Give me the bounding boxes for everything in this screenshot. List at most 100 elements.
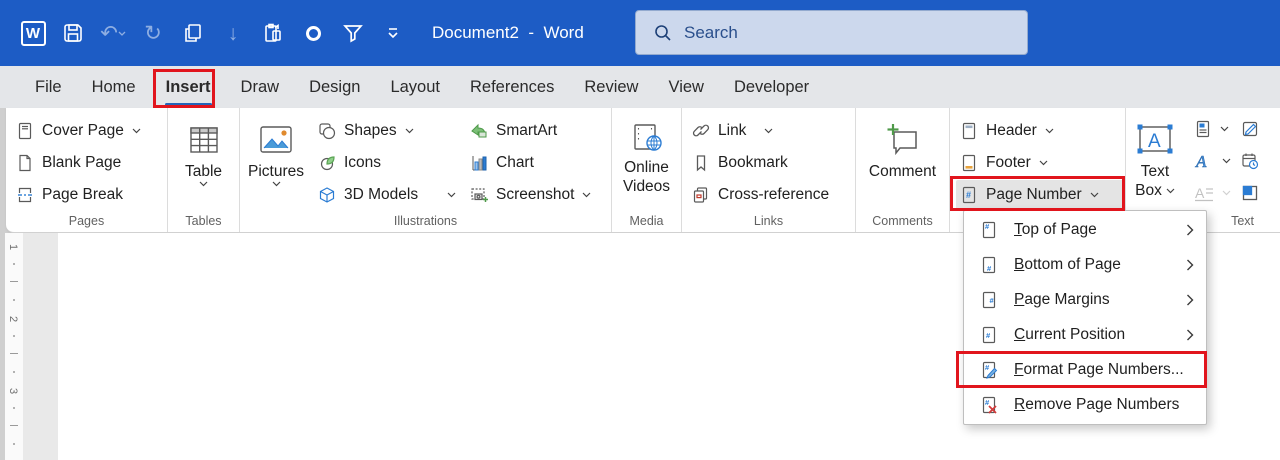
cover-page-button[interactable]: Cover Page [16, 116, 167, 146]
chevron-down-icon [582, 192, 591, 198]
menu-item-bottom-of-page[interactable]: # Bottom of Page [964, 248, 1206, 283]
page-number-menu: # Top of Page # Bottom of Page # Page Ma… [963, 210, 1207, 425]
cover-page-icon [18, 122, 32, 140]
submenu-chevron-right-icon [1187, 259, 1194, 271]
ruler-tick [13, 299, 15, 301]
undo-icon[interactable]: ↶ [100, 20, 126, 46]
tab-design[interactable]: Design [294, 66, 375, 108]
header-button[interactable]: Header [960, 116, 1125, 146]
chevron-down-icon [1045, 128, 1054, 134]
redo-icon[interactable]: ↻ [140, 20, 166, 46]
format-page-numbers-icon: # [982, 361, 998, 379]
word-window: W ↶ ↻ ↓ Document2 - Word Search File Hom… [0, 0, 1280, 460]
table-button[interactable]: Table [168, 116, 239, 187]
paste-icon[interactable] [260, 20, 286, 46]
tab-review[interactable]: Review [569, 66, 653, 108]
link-button[interactable]: Link [692, 116, 855, 146]
chevron-down-icon [447, 192, 456, 198]
circle-icon[interactable] [300, 20, 326, 46]
tab-references[interactable]: References [455, 66, 569, 108]
svg-text:A: A [1195, 152, 1207, 170]
chevron-down-icon [272, 181, 280, 187]
search-box[interactable] [635, 10, 1028, 55]
object-button[interactable] [1241, 180, 1259, 206]
screenshot-icon [471, 188, 488, 202]
tab-home[interactable]: Home [77, 66, 151, 108]
online-videos-button[interactable]: Online Videos [612, 116, 681, 196]
copy-icon[interactable] [180, 20, 206, 46]
search-input[interactable] [684, 22, 984, 43]
chart-icon [472, 156, 487, 171]
footer-button[interactable]: Footer [960, 148, 1125, 178]
tab-view[interactable]: View [653, 66, 718, 108]
quick-parts-icon [1196, 120, 1210, 138]
online-videos-icon [633, 124, 662, 151]
group-label-comments: Comments [872, 214, 933, 228]
drop-cap-button[interactable]: A [1194, 180, 1231, 206]
save-icon[interactable] [60, 20, 86, 46]
3d-models-button[interactable]: 3D Models [318, 180, 464, 210]
group-links: Link Bookmark Cross-reference Links [682, 108, 856, 232]
tab-developer[interactable]: Developer [719, 66, 824, 108]
object-icon [1242, 185, 1258, 201]
menu-item-page-margins[interactable]: # Page Margins [964, 283, 1206, 318]
page-break-button[interactable]: Page Break [16, 180, 167, 210]
blank-page-button[interactable]: Blank Page [16, 148, 167, 178]
tab-draw[interactable]: Draw [226, 66, 295, 108]
ruler-tick [10, 353, 18, 354]
group-label-tables: Tables [185, 214, 222, 228]
qat-customize-icon[interactable] [380, 20, 406, 46]
ribbon-tabs: File Home Insert Draw Design Layout Refe… [0, 66, 1280, 108]
footer-icon [962, 154, 976, 172]
icons-button[interactable]: Icons [318, 148, 464, 178]
quick-access-toolbar: W ↶ ↻ ↓ [0, 20, 406, 46]
ruler-number: 3 [7, 387, 19, 395]
remove-page-numbers-icon: # [982, 396, 997, 414]
down-arrow-icon[interactable]: ↓ [220, 20, 246, 46]
menu-item-remove-page-numbers[interactable]: # Remove Page Numbers [964, 387, 1206, 422]
chart-button[interactable]: Chart [470, 148, 610, 178]
group-label-text: Text [1231, 214, 1254, 228]
tab-file[interactable]: File [20, 66, 77, 108]
document-title: Document2 - Word [432, 23, 584, 42]
table-icon [189, 127, 218, 153]
wordart-icon: A [1195, 152, 1208, 170]
title-bar: W ↶ ↻ ↓ Document2 - Word Search [0, 0, 1280, 66]
vertical-ruler[interactable]: 1 2 3 [5, 233, 23, 460]
svg-text:#: # [986, 331, 991, 340]
group-pages: Cover Page Blank Page Page Break Pages [6, 108, 168, 232]
submenu-chevron-right-icon [1187, 224, 1194, 236]
page-number-margins-icon: # [982, 291, 996, 309]
page-number-bottom-icon: # [982, 257, 996, 274]
page-number-button[interactable]: # Page Number [956, 180, 1125, 210]
active-tab-underline [164, 102, 212, 106]
menu-item-top-of-page[interactable]: # Top of Page [964, 213, 1206, 248]
comment-button[interactable]: Comment [856, 116, 949, 181]
word-logo-icon[interactable]: W [20, 20, 46, 46]
signature-line-icon [1242, 121, 1258, 137]
filter-icon[interactable] [340, 20, 366, 46]
shapes-button[interactable]: Shapes [318, 116, 464, 146]
group-label-illustrations: Illustrations [393, 214, 458, 228]
tab-layout[interactable]: Layout [375, 66, 455, 108]
menu-item-current-position[interactable]: # Current Position [964, 317, 1206, 352]
wordart-button[interactable]: A [1194, 148, 1231, 174]
quick-parts-button[interactable] [1194, 116, 1231, 142]
screenshot-button[interactable]: Screenshot [470, 180, 610, 210]
page-margin-gutter [23, 233, 58, 460]
bookmark-button[interactable]: Bookmark [692, 148, 855, 178]
cross-reference-button[interactable]: Cross-reference [692, 180, 855, 210]
tab-insert[interactable]: Insert [151, 66, 226, 108]
chevron-down-icon [199, 181, 208, 187]
svg-text:#: # [987, 264, 992, 273]
chevron-down-icon [1166, 188, 1175, 193]
ruler-number: 1 [7, 243, 19, 251]
ruler-tick [13, 407, 15, 409]
smartart-button[interactable]: SmartArt [470, 116, 610, 146]
group-comments: Comment Comments [856, 108, 950, 232]
menu-item-format-page-numbers[interactable]: # Format Page Numbers... [964, 352, 1206, 387]
signature-line-button[interactable] [1241, 116, 1259, 142]
date-time-button[interactable] [1241, 148, 1259, 174]
group-label-links: Links [753, 214, 784, 228]
ruler-number: 2 [7, 315, 19, 323]
